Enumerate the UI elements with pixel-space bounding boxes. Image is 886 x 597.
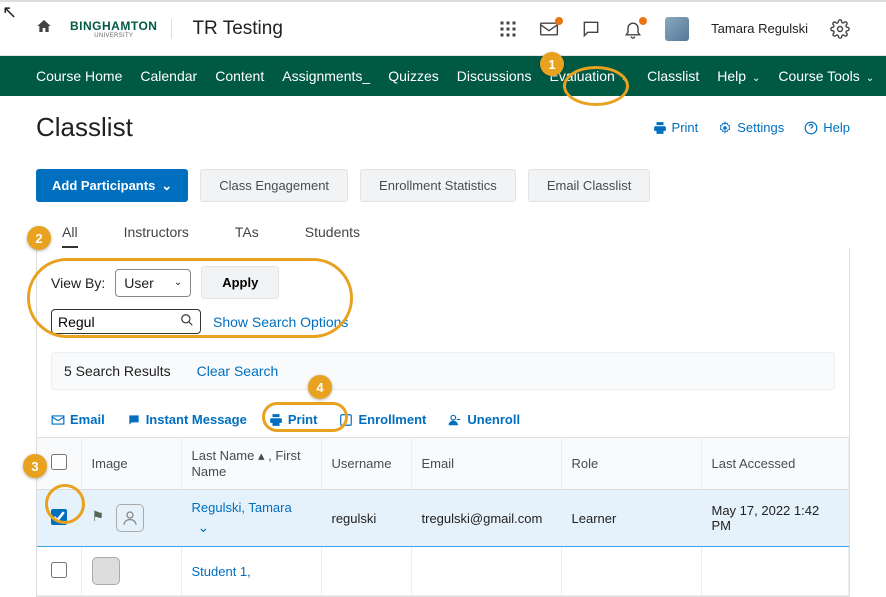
tab-instructors[interactable]: Instructors	[124, 224, 189, 248]
course-title: TR Testing	[192, 18, 282, 40]
cell-username: regulski	[321, 490, 411, 547]
chat-icon[interactable]	[581, 19, 601, 39]
cell-role: Learner	[561, 490, 701, 547]
class-engagement-button[interactable]: Class Engagement	[200, 169, 348, 202]
nav-discussions[interactable]: Discussions	[457, 68, 532, 84]
col-last-accessed[interactable]: Last Accessed	[701, 438, 849, 490]
logo-name: BINGHAMTON	[70, 19, 157, 33]
user-name-link[interactable]: Student 1,	[192, 564, 251, 579]
bulk-email[interactable]: Email	[51, 412, 105, 427]
cell-email: tregulski@gmail.com	[411, 490, 561, 547]
bell-icon[interactable]	[623, 19, 643, 39]
nav-quizzes[interactable]: Quizzes	[388, 68, 439, 84]
gear-icon[interactable]	[830, 19, 850, 39]
bulk-unenroll[interactable]: Unenroll	[448, 412, 520, 427]
home-icon[interactable]	[36, 18, 52, 39]
results-count: 5 Search Results	[64, 363, 171, 379]
messages-icon[interactable]	[539, 19, 559, 39]
select-all-checkbox[interactable]	[51, 454, 67, 470]
show-search-options-link[interactable]: Show Search Options	[213, 314, 348, 330]
col-image[interactable]: Image	[81, 438, 181, 490]
nav-calendar[interactable]: Calendar	[140, 68, 197, 84]
email-classlist-button[interactable]: Email Classlist	[528, 169, 651, 202]
user-menu-caret[interactable]: ⌄	[198, 519, 311, 536]
course-nav: Course Home Calendar Content Assignments…	[0, 56, 886, 96]
logo-subtitle: UNIVERSITY	[94, 33, 133, 39]
row-checkbox[interactable]	[51, 509, 67, 525]
top-bar: BINGHAMTON UNIVERSITY TR Testing Tamara …	[0, 0, 886, 56]
flag-icon[interactable]: ⚑	[92, 508, 105, 524]
col-username[interactable]: Username	[321, 438, 411, 490]
chevron-down-icon: ⌄	[752, 73, 760, 84]
app-switcher-icon[interactable]	[499, 20, 517, 38]
bulk-instant-message[interactable]: Instant Message	[127, 412, 247, 427]
search-icon[interactable]	[180, 313, 194, 330]
chevron-down-icon: ⌄	[866, 73, 874, 84]
col-email[interactable]: Email	[411, 438, 561, 490]
bulk-enrollment[interactable]: Enrollment	[339, 412, 426, 427]
profile-image[interactable]	[92, 557, 120, 585]
tab-tas[interactable]: TAs	[235, 224, 259, 248]
avatar[interactable]	[665, 17, 689, 41]
row-checkbox[interactable]	[51, 562, 67, 578]
nav-evaluation[interactable]: Evaluation ⌄	[549, 68, 629, 84]
tab-students[interactable]: Students	[305, 224, 360, 248]
search-input[interactable]	[58, 314, 180, 330]
view-by-select[interactable]: User⌄	[115, 269, 191, 297]
apply-button[interactable]: Apply	[201, 266, 279, 299]
nav-course-home[interactable]: Course Home	[36, 68, 122, 84]
user-name-link[interactable]: Regulski, Tamara	[192, 500, 292, 515]
search-results-bar: 5 Search Results Clear Search	[51, 352, 835, 390]
search-field[interactable]	[51, 309, 201, 334]
nav-assignments[interactable]: Assignments_	[282, 68, 370, 84]
nav-help[interactable]: Help ⌄	[717, 68, 760, 84]
nav-course-tools[interactable]: Course Tools ⌄	[778, 68, 874, 84]
chevron-down-icon: ⌄	[621, 73, 629, 84]
notification-dot	[555, 17, 563, 25]
classlist-tabs: All Instructors TAs Students	[36, 224, 850, 248]
chevron-down-icon: ⌄	[161, 178, 172, 194]
nav-classlist[interactable]: Classlist	[647, 68, 699, 84]
enrollment-statistics-button[interactable]: Enrollment Statistics	[360, 169, 516, 202]
user-name[interactable]: Tamara Regulski	[711, 21, 808, 36]
clear-search-link[interactable]: Clear Search	[197, 363, 279, 379]
top-icons: Tamara Regulski	[499, 17, 850, 41]
institution-logo[interactable]: BINGHAMTON UNIVERSITY	[70, 19, 172, 39]
chevron-down-icon: ⌄	[174, 277, 182, 288]
tab-all[interactable]: All	[62, 224, 78, 248]
profile-image[interactable]	[116, 504, 144, 532]
classlist-table: Image Last Name ▴ , First Name Username …	[37, 437, 849, 596]
nav-content[interactable]: Content	[215, 68, 264, 84]
col-role[interactable]: Role	[561, 438, 701, 490]
list-panel: View By: User⌄ Apply Show Search Options…	[36, 248, 850, 597]
table-row: ⚑ Regulski, Tamara ⌄ regulski tregulski@…	[37, 490, 849, 547]
print-link[interactable]: Print	[653, 120, 699, 135]
help-link[interactable]: Help	[804, 120, 850, 135]
view-by-label: View By:	[51, 275, 105, 291]
add-participants-button[interactable]: Add Participants ⌄	[36, 169, 188, 202]
settings-link[interactable]: Settings	[718, 120, 784, 135]
col-name[interactable]: Last Name ▴ , First Name	[181, 438, 321, 490]
bulk-print[interactable]: Print	[269, 412, 318, 427]
bulk-actions: Email Instant Message Print Enrollment U…	[37, 398, 849, 437]
notification-dot	[639, 17, 647, 25]
cell-last-accessed: May 17, 2022 1:42 PM	[701, 490, 849, 547]
page-title: Classlist	[36, 112, 653, 143]
page-content: Classlist Print Settings Help Add Partic…	[0, 96, 886, 597]
